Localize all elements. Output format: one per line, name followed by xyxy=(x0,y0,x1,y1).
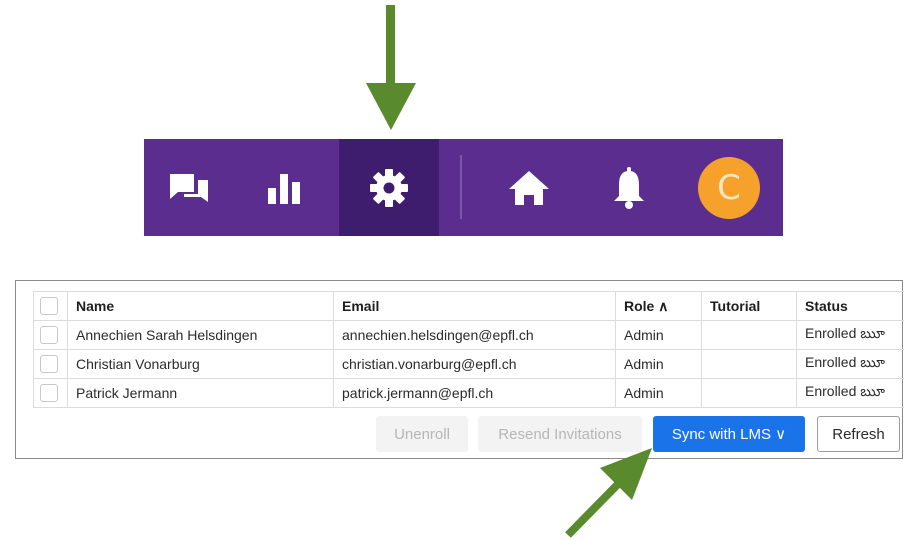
user-status: Enrolled ౠ xyxy=(797,321,904,350)
table-row: Patrick Jermann patrick.jermann@epfl.ch … xyxy=(34,379,904,408)
unenroll-button[interactable]: Unenroll xyxy=(376,416,468,452)
user-tutorial xyxy=(702,379,797,408)
user-email: christian.vonarburg@epfl.ch xyxy=(334,350,616,379)
diagonal-arrow-annotation xyxy=(560,440,660,540)
select-all-checkbox[interactable] xyxy=(40,297,58,315)
user-tutorial xyxy=(702,350,797,379)
user-name: Patrick Jermann xyxy=(68,379,334,408)
settings-nav-button[interactable] xyxy=(339,139,439,236)
column-header-status[interactable]: Status xyxy=(797,292,904,321)
gear-icon xyxy=(369,168,409,208)
row-select-cell xyxy=(34,321,68,350)
user-role: Admin xyxy=(616,350,702,379)
row-checkbox[interactable] xyxy=(40,355,58,373)
bell-icon xyxy=(611,166,647,210)
down-arrow-annotation xyxy=(364,5,418,135)
user-email: patrick.jermann@epfl.ch xyxy=(334,379,616,408)
user-name: Annechien Sarah Helsdingen xyxy=(68,321,334,350)
user-status: Enrolled ౠ xyxy=(797,350,904,379)
user-email: annechien.helsdingen@epfl.ch xyxy=(334,321,616,350)
column-header-name[interactable]: Name xyxy=(68,292,334,321)
row-checkbox[interactable] xyxy=(40,326,58,344)
select-all-cell xyxy=(34,292,68,321)
column-header-tutorial[interactable]: Tutorial xyxy=(702,292,797,321)
column-header-role[interactable]: Role ∧ xyxy=(616,292,702,321)
user-status: Enrolled ౠ xyxy=(797,379,904,408)
row-select-cell xyxy=(34,350,68,379)
refresh-button[interactable]: Refresh xyxy=(817,416,900,452)
discussion-icon xyxy=(168,170,210,206)
column-header-email[interactable]: Email xyxy=(334,292,616,321)
nav-divider xyxy=(460,155,462,219)
home-nav-button[interactable] xyxy=(494,139,564,236)
row-select-cell xyxy=(34,379,68,408)
table-header-row: Name Email Role ∧ Tutorial Status xyxy=(34,292,904,321)
avatar: C xyxy=(698,157,760,219)
user-role: Admin xyxy=(616,321,702,350)
top-nav-bar: C xyxy=(144,139,783,236)
notifications-nav-button[interactable] xyxy=(594,139,664,236)
table-row: Annechien Sarah Helsdingen annechien.hel… xyxy=(34,321,904,350)
user-role: Admin xyxy=(616,379,702,408)
user-name: Christian Vonarburg xyxy=(68,350,334,379)
discussion-nav-button[interactable] xyxy=(154,139,224,236)
table-row: Christian Vonarburg christian.vonarburg@… xyxy=(34,350,904,379)
stats-nav-button[interactable] xyxy=(249,139,319,236)
user-avatar-button[interactable]: C xyxy=(694,139,764,236)
home-icon xyxy=(507,168,551,208)
bar-chart-icon xyxy=(264,170,304,206)
user-tutorial xyxy=(702,321,797,350)
users-table: Name Email Role ∧ Tutorial Status Annech… xyxy=(33,291,904,408)
row-checkbox[interactable] xyxy=(40,384,58,402)
sync-with-lms-button[interactable]: Sync with LMS ∨ xyxy=(653,416,805,452)
users-panel: Name Email Role ∧ Tutorial Status Annech… xyxy=(15,280,903,459)
